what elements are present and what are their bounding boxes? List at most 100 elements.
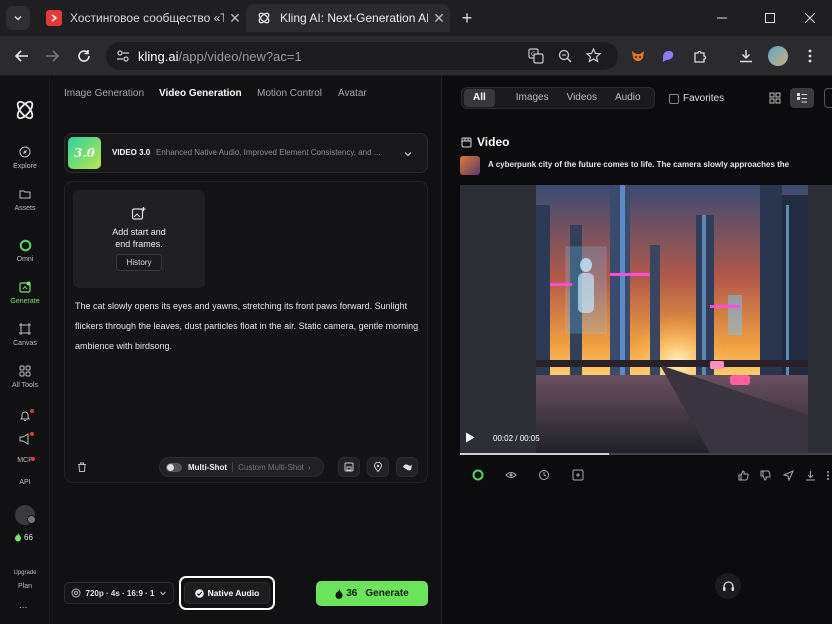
chevron-down-icon: [160, 591, 167, 596]
timer-icon: [539, 470, 549, 480]
grid-view-button[interactable]: [767, 90, 783, 106]
tab-video-generation[interactable]: Video Generation: [159, 88, 242, 99]
custom-multi-shot-label[interactable]: Custom Multi-Shot: [238, 463, 304, 472]
native-audio-toggle[interactable]: Native Audio: [184, 582, 270, 604]
generate-icon: [17, 279, 33, 295]
close-icon[interactable]: ✕: [428, 10, 450, 27]
prompt-text[interactable]: The cat slowly opens its eyes and yawns,…: [75, 296, 419, 356]
forward-button[interactable]: [40, 44, 64, 68]
tab-motion-control[interactable]: Motion Control: [257, 88, 322, 99]
item-prompt[interactable]: A cyberpunk city of the future comes to …: [488, 160, 828, 169]
canvas-icon: [17, 321, 33, 337]
like-button[interactable]: [736, 468, 750, 482]
filter-audio[interactable]: Audio: [606, 89, 650, 107]
close-icon[interactable]: ✕: [224, 10, 246, 27]
omni-ring-icon: [17, 237, 33, 253]
url-bar[interactable]: kling.ai /app/video/new?ac=1 G: [106, 42, 618, 70]
kling-logo-icon[interactable]: [13, 98, 37, 122]
results-panel: All Images Videos Audio Favorites Video …: [443, 76, 832, 624]
model-badge-text: 3.0: [74, 146, 95, 160]
nav-generate[interactable]: Generate: [0, 279, 50, 305]
nav-label: Generate: [10, 298, 40, 305]
profile-avatar[interactable]: [766, 44, 790, 68]
edit-button[interactable]: [571, 468, 585, 482]
minimize-button[interactable]: [700, 0, 744, 36]
chevron-down-icon: [14, 16, 22, 21]
play-icon[interactable]: [465, 432, 475, 443]
history-button[interactable]: History: [116, 254, 162, 271]
filter-images[interactable]: Images: [507, 89, 558, 107]
kling-favicon-icon: [256, 10, 272, 26]
settings-selector[interactable]: 720p · 4s · 16:9 · 1: [64, 582, 174, 604]
add-frames-dropzone[interactable]: Add start and end frames. History: [73, 190, 205, 288]
trash-icon[interactable]: [77, 462, 87, 472]
bookmark-star-icon[interactable]: [586, 48, 601, 63]
tab-menu-button[interactable]: [6, 6, 30, 30]
credits-balance[interactable]: 66: [14, 533, 33, 542]
translate-icon[interactable]: G: [528, 48, 544, 64]
omni-action-button[interactable]: [471, 468, 485, 482]
browser-tab-kling[interactable]: Kling AI: Next-Generation AI Cr ✕: [246, 4, 450, 32]
video-progress-track[interactable]: [460, 453, 832, 455]
thumbs-up-icon: [738, 469, 749, 480]
user-avatar[interactable]: [15, 505, 36, 525]
svg-text:G: G: [531, 51, 536, 58]
multi-shot-label: Multi-Shot: [188, 462, 228, 472]
nav-canvas[interactable]: Canvas: [0, 321, 50, 347]
back-button[interactable]: [10, 44, 34, 68]
enhance-button[interactable]: [396, 457, 418, 477]
url-path: /app/video/new?ac=1: [178, 48, 302, 64]
nav-omni[interactable]: Omni: [0, 237, 50, 263]
share-button[interactable]: [781, 468, 795, 482]
generate-button[interactable]: 36 Generate: [316, 581, 428, 606]
flame-icon: [15, 533, 21, 542]
filter-all[interactable]: All: [464, 89, 495, 107]
model-selector[interactable]: 3.0 VIDEO 3.0 Enhanced Native Audio, Imp…: [64, 133, 428, 173]
tab-avatar[interactable]: Avatar: [338, 88, 367, 99]
filter-videos[interactable]: Videos: [558, 89, 606, 107]
nav-label: Explore: [13, 163, 37, 170]
nav-all-tools[interactable]: All Tools: [0, 363, 50, 389]
location-button[interactable]: [367, 457, 389, 477]
panel-edge-button[interactable]: [824, 88, 832, 108]
list-view-button[interactable]: [790, 88, 814, 108]
settings-icon: [71, 588, 81, 598]
extensions-puzzle-icon[interactable]: [688, 44, 712, 68]
maximize-button[interactable]: [748, 0, 792, 36]
frames-line-1: Add start and: [112, 227, 166, 237]
storyboard-button[interactable]: [338, 457, 360, 477]
nav-assets[interactable]: Assets: [0, 186, 50, 212]
reload-button[interactable]: [72, 44, 96, 68]
close-window-button[interactable]: [788, 0, 832, 36]
download-icon[interactable]: [734, 44, 758, 68]
nav-mcp[interactable]: MCP: [0, 457, 50, 464]
extend-button[interactable]: [537, 468, 551, 482]
zoom-icon[interactable]: [558, 49, 572, 63]
nav-explore[interactable]: Explore: [0, 144, 50, 170]
browser-menu-icon[interactable]: [798, 44, 822, 68]
folder-icon: [17, 186, 33, 202]
browser-tab-timeweb[interactable]: Хостинговое сообщество «Tim ✕: [36, 4, 246, 32]
thumbs-down-icon: [760, 470, 771, 481]
dislike-button[interactable]: [758, 468, 772, 482]
metamask-extension-icon[interactable]: [626, 44, 650, 68]
favorites-label: Favorites: [683, 93, 725, 104]
multi-shot-toggle[interactable]: Multi-Shot Custom Multi-Shot ›: [159, 457, 324, 477]
new-tab-button[interactable]: +: [456, 7, 478, 29]
upgrade-plan-link[interactable]: Upgrade Plan: [0, 567, 50, 593]
favorites-checkbox[interactable]: [669, 94, 679, 104]
toggle-switch[interactable]: [166, 462, 182, 472]
support-button[interactable]: [715, 573, 741, 599]
more-options-icon[interactable]: ...: [19, 600, 27, 611]
plan-label: Plan: [17, 583, 32, 590]
more-actions-button[interactable]: [821, 468, 832, 482]
view-button[interactable]: [504, 468, 518, 482]
download-button[interactable]: [803, 468, 817, 482]
site-settings-icon[interactable]: [116, 49, 130, 63]
tab-image-generation[interactable]: Image Generation: [64, 88, 144, 99]
video-player[interactable]: [460, 185, 832, 453]
nav-api[interactable]: API: [0, 479, 50, 486]
location-pin-icon: [373, 462, 383, 472]
extension-purple-icon[interactable]: [656, 44, 680, 68]
reference-thumbnail[interactable]: [460, 156, 480, 175]
